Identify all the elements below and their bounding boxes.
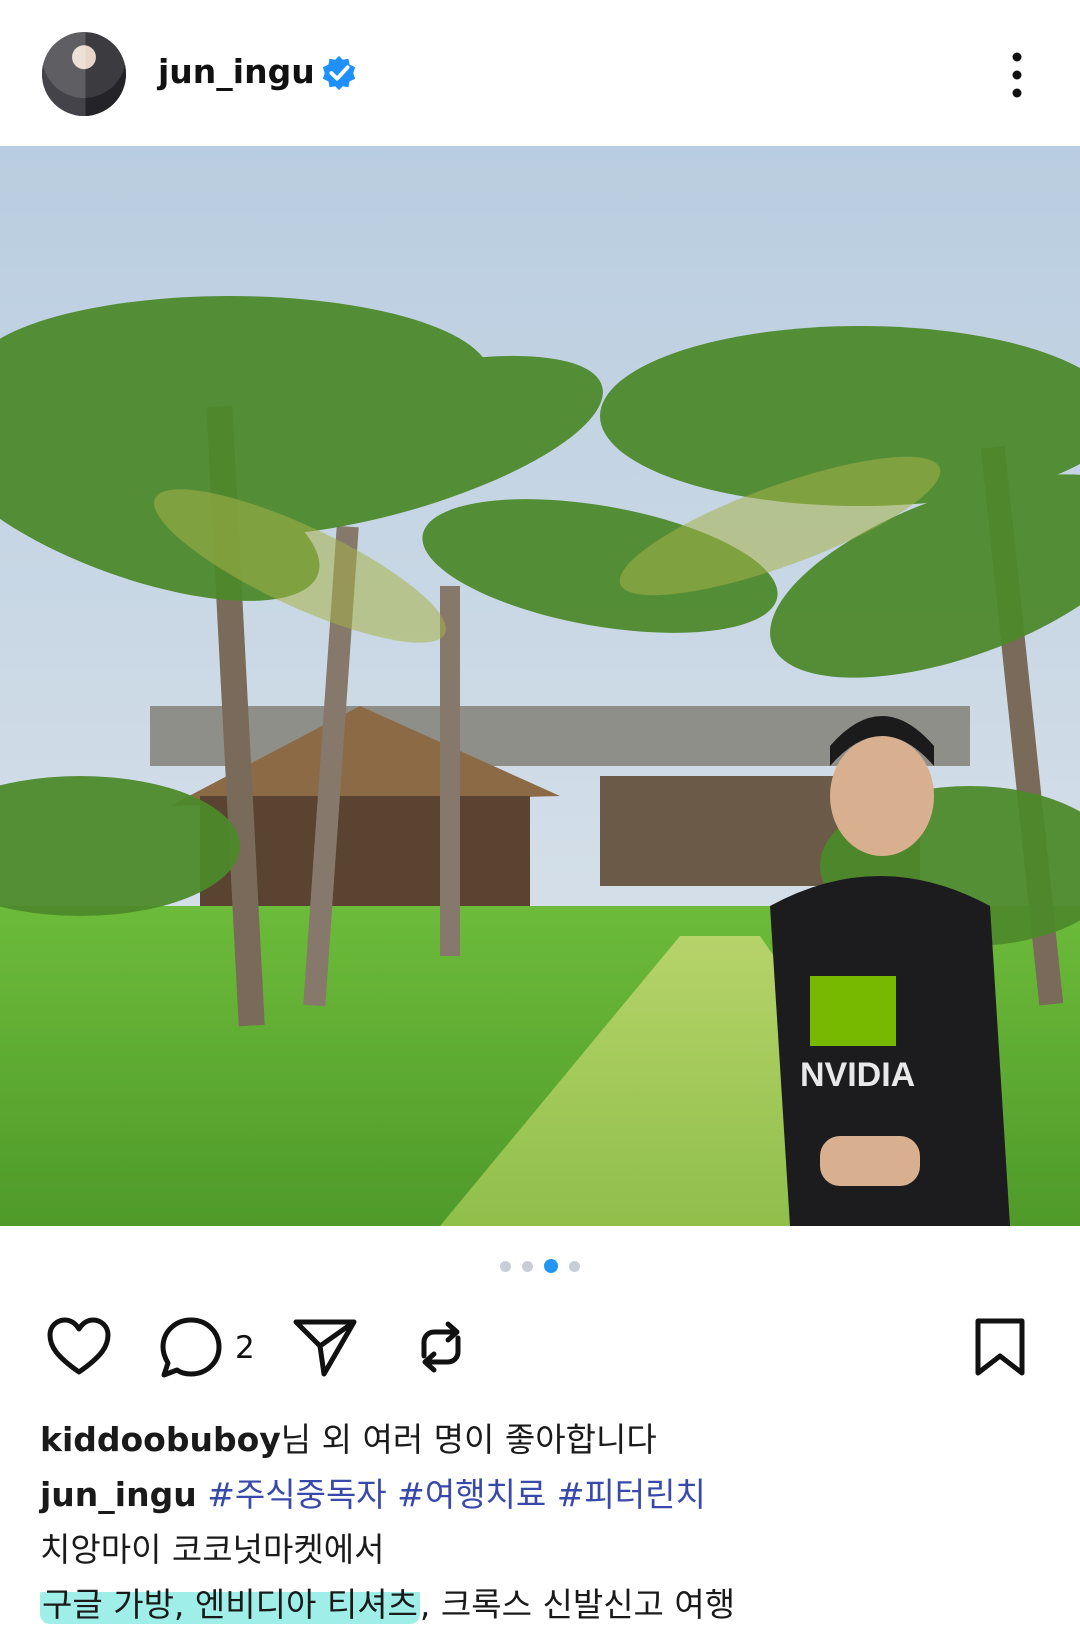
likes-suffix: 님 외 여러 명이 좋아합니다	[280, 1420, 657, 1459]
user-avatar[interactable]	[42, 32, 126, 116]
caption-line-2: 구글 가방, 엔비디아 티셔츠, 크록스 신발신고 여행	[40, 1577, 1050, 1632]
post-username[interactable]: jun_ingu	[158, 52, 315, 91]
likes-line: kiddoobuboy님 외 여러 명이 좋아합니다	[40, 1412, 1050, 1467]
caption-author[interactable]: jun_ingu	[40, 1475, 197, 1514]
heart-icon[interactable]	[46, 1316, 112, 1378]
post-photo[interactable]: NVIDIA	[0, 146, 1080, 1226]
hashtag[interactable]: #피터린치	[557, 1475, 706, 1514]
carousel-indicator	[0, 1258, 1080, 1274]
verified-badge-icon	[322, 55, 356, 91]
hashtag[interactable]: #주식중독자	[207, 1475, 386, 1514]
caption-header: jun_ingu #주식중독자 #여행치료 #피터린치	[40, 1467, 1050, 1522]
repost-icon[interactable]	[410, 1316, 472, 1378]
bookmark-icon[interactable]	[972, 1316, 1028, 1378]
carousel-dot	[569, 1260, 580, 1272]
carousel-dot	[522, 1260, 533, 1272]
hashtag[interactable]: #여행치료	[397, 1475, 546, 1514]
highlighted-text: 구글 가방, 엔비디아 티셔츠	[40, 1585, 420, 1624]
svg-text:NVIDIA: NVIDIA	[800, 1056, 915, 1094]
more-vertical-icon[interactable]	[1004, 50, 1030, 100]
caption-line-1: 치앙마이 코코넛마켓에서	[40, 1530, 385, 1569]
carousel-dot	[500, 1260, 511, 1272]
comment-bubble-icon[interactable]	[158, 1316, 224, 1380]
caption-line-2-rest: , 크록스 신발신고 여행	[419, 1585, 736, 1624]
comment-count: 2	[235, 1330, 255, 1366]
post-actions: 2	[0, 1310, 1080, 1390]
post-text: kiddoobuboy님 외 여러 명이 좋아합니다 jun_ingu #주식중…	[40, 1412, 1050, 1632]
carousel-dot-active	[544, 1259, 558, 1273]
photo-illustration: NVIDIA	[0, 146, 1080, 1226]
post-header: jun_ingu	[0, 0, 1080, 146]
likes-user[interactable]: kiddoobuboy	[40, 1420, 281, 1459]
send-paper-plane-icon[interactable]	[292, 1316, 358, 1378]
